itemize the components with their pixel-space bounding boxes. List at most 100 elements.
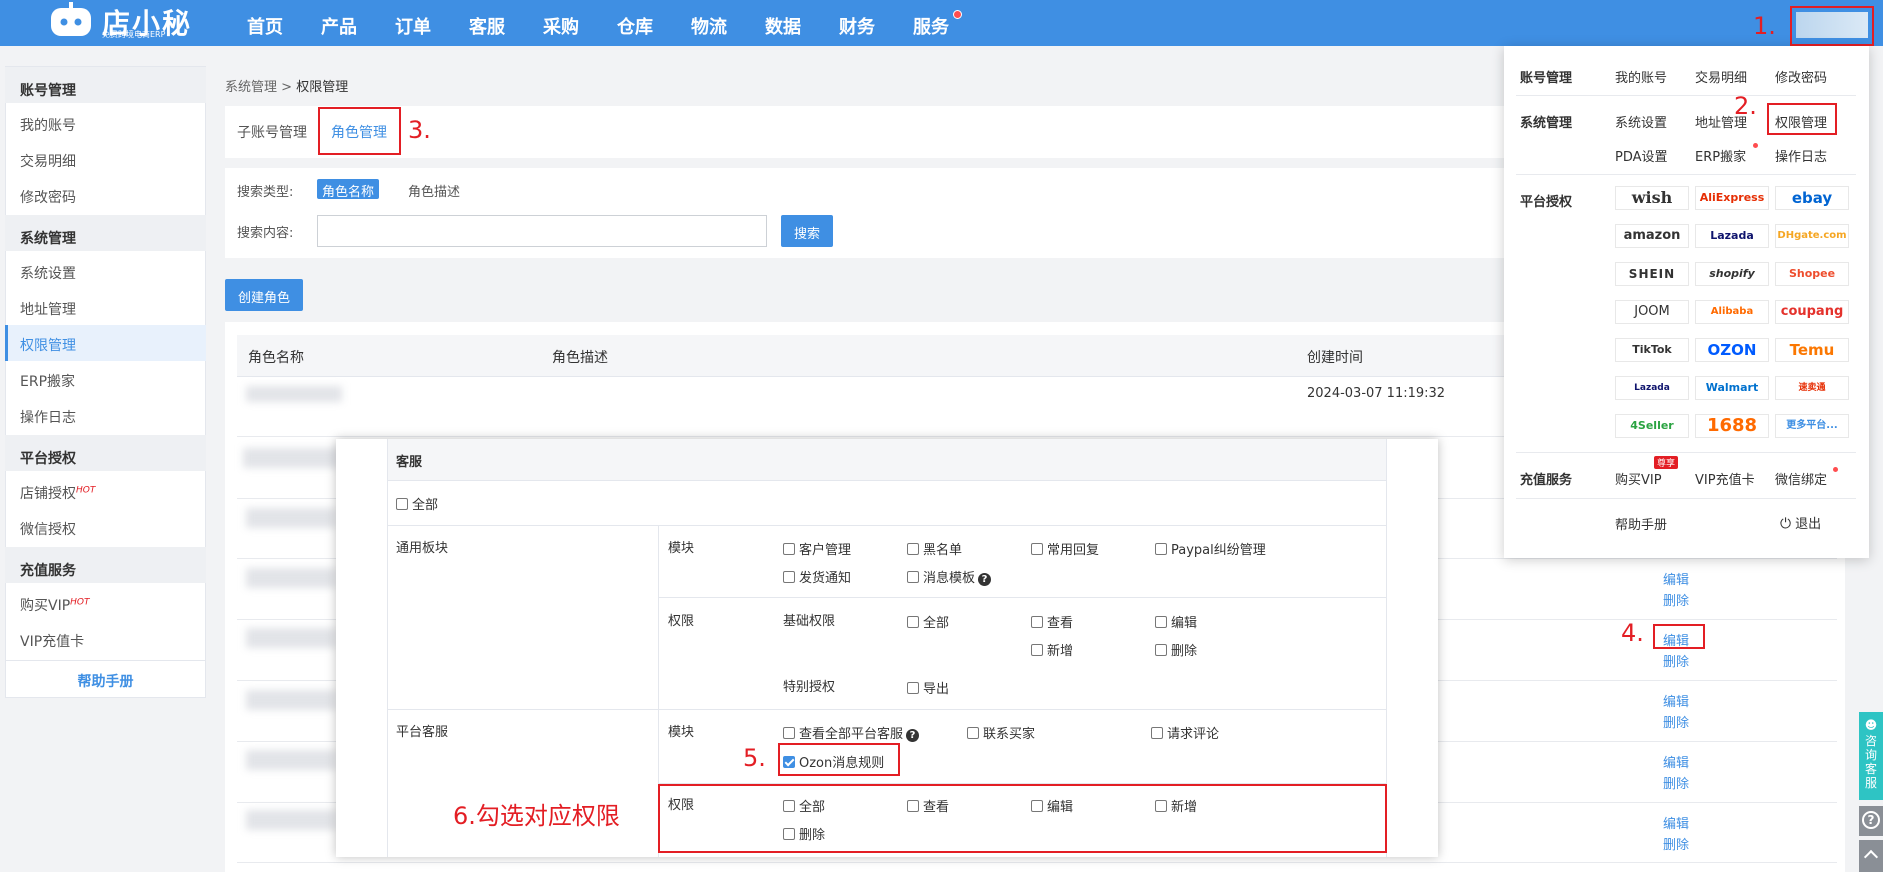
consult-service-button[interactable]: ☻ 咨询客服 [1859, 712, 1883, 800]
dropdown-system-settings[interactable]: 系统设置 [1615, 112, 1667, 131]
dropdown-operation-log[interactable]: 操作日志 [1775, 146, 1827, 165]
platform-4seller[interactable]: 4Seller [1615, 414, 1689, 438]
sidebar-item-my-account[interactable]: 我的账号 [5, 105, 206, 141]
checkbox[interactable] [396, 498, 408, 510]
sidebar-item-erp-move[interactable]: ERP搬家 [5, 361, 206, 397]
question-icon[interactable]: ? [978, 573, 992, 586]
sidebar-item-address[interactable]: 地址管理 [5, 289, 206, 325]
platform-shopify[interactable]: shopify [1695, 262, 1769, 286]
dropdown-logout[interactable]: ⏻ 退出 [1780, 513, 1821, 532]
platform-aliexpress-cn[interactable]: 速卖通 [1775, 376, 1849, 400]
platform-ebay[interactable]: ebay [1775, 186, 1849, 210]
back-to-top-button[interactable] [1859, 840, 1883, 872]
dropdown-change-password[interactable]: 修改密码 [1775, 67, 1827, 86]
nav-data[interactable]: 数据 [765, 13, 801, 39]
sidebar-item-system-settings[interactable]: 系统设置 [5, 253, 206, 289]
checkbox[interactable] [783, 571, 795, 583]
sidebar-item-transactions[interactable]: 交易明细 [5, 141, 206, 177]
nav-finance[interactable]: 财务 [839, 13, 875, 39]
checkbox-basic-delete[interactable]: 删除 [1155, 640, 1197, 659]
nav-warehouse[interactable]: 仓库 [617, 13, 653, 39]
checkbox[interactable] [783, 727, 795, 739]
dropdown-wechat-bind[interactable]: 微信绑定 [1775, 469, 1827, 488]
checkbox-basic-add[interactable]: 新增 [1031, 640, 1073, 659]
checkbox[interactable] [907, 543, 919, 555]
search-type-role-name[interactable]: 角色名称 [317, 179, 379, 200]
checkbox-quick-reply[interactable]: 常用回复 [1031, 539, 1099, 558]
checkbox[interactable] [907, 682, 919, 694]
platform-temu[interactable]: Temu [1775, 338, 1849, 362]
platform-shein[interactable]: SHEIN [1615, 262, 1689, 286]
question-icon[interactable]: ? [906, 729, 920, 742]
checkbox[interactable] [783, 543, 795, 555]
platform-tiktok[interactable]: TikTok [1615, 338, 1689, 362]
checkbox[interactable] [1151, 727, 1163, 739]
platform-alibaba[interactable]: Alibaba [1695, 300, 1769, 324]
dropdown-transactions[interactable]: 交易明细 [1695, 67, 1747, 86]
checkbox-basic-all[interactable]: 全部 [907, 612, 949, 631]
checkbox[interactable] [907, 571, 919, 583]
sidebar-item-permission[interactable]: 权限管理 [5, 325, 206, 361]
edit-link[interactable]: 编辑 [1663, 569, 1689, 588]
sidebar-item-buy-vip[interactable]: 购买VIPHOT [5, 585, 206, 621]
sidebar-item-operation-log[interactable]: 操作日志 [5, 397, 206, 433]
platform-amazon[interactable]: amazon [1615, 224, 1689, 248]
checkbox-basic-edit[interactable]: 编辑 [1155, 612, 1197, 631]
nav-purchase[interactable]: 采购 [543, 13, 579, 39]
nav-order[interactable]: 订单 [395, 13, 431, 39]
platform-more[interactable]: 更多平台... [1775, 414, 1849, 438]
sidebar-item-wechat-auth[interactable]: 微信授权 [5, 509, 206, 545]
platform-joom[interactable]: JOOM [1615, 300, 1689, 324]
nav-services[interactable]: 服务 [913, 13, 949, 39]
sidebar-item-vip-card[interactable]: VIP充值卡 [5, 621, 206, 657]
platform-lazada[interactable]: Lazada [1695, 224, 1769, 248]
breadcrumb-parent[interactable]: 系统管理 [225, 80, 277, 95]
checkbox[interactable] [1031, 644, 1043, 656]
dropdown-erp-move[interactable]: ERP搬家 [1695, 146, 1746, 165]
platform-coupang[interactable]: coupang [1775, 300, 1849, 324]
checkbox[interactable] [907, 616, 919, 628]
delete-link[interactable]: 删除 [1663, 834, 1689, 853]
dropdown-pda-settings[interactable]: PDA设置 [1615, 146, 1668, 165]
edit-link[interactable]: 编辑 [1663, 752, 1689, 771]
platform-aliexpress[interactable]: AliExpress [1695, 186, 1769, 210]
sidebar-item-change-password[interactable]: 修改密码 [5, 177, 206, 213]
search-button[interactable]: 搜索 [781, 215, 833, 247]
checkbox-export[interactable]: 导出 [907, 678, 949, 697]
checkbox[interactable] [967, 727, 979, 739]
robot-logo-icon[interactable] [48, 2, 94, 40]
edit-link[interactable]: 编辑 [1663, 691, 1689, 710]
platform-ozon[interactable]: OZON [1695, 338, 1769, 362]
sidebar-item-shop-auth[interactable]: 店铺授权HOT [5, 473, 206, 509]
checkbox-message-template[interactable]: 消息模板? [907, 567, 992, 586]
delete-link[interactable]: 删除 [1663, 651, 1689, 670]
platform-lazada-alt[interactable]: Lazada [1615, 376, 1689, 400]
dropdown-vip-card[interactable]: VIP充值卡 [1695, 469, 1755, 488]
nav-product[interactable]: 产品 [321, 13, 357, 39]
checkbox-all[interactable]: 全部 [396, 494, 438, 513]
dropdown-help-manual[interactable]: 帮助手册 [1615, 514, 1667, 533]
delete-link[interactable]: 删除 [1663, 590, 1689, 609]
checkbox[interactable] [1031, 543, 1043, 555]
checkbox[interactable] [1155, 543, 1167, 555]
nav-logistics[interactable]: 物流 [691, 13, 727, 39]
nav-service[interactable]: 客服 [469, 13, 505, 39]
help-icon-button[interactable]: ? [1859, 806, 1883, 836]
checkbox[interactable] [1155, 644, 1167, 656]
create-role-button[interactable]: 创建角色 [225, 279, 303, 311]
platform-shopee[interactable]: Shopee [1775, 262, 1849, 286]
checkbox-customer-mgmt[interactable]: 客户管理 [783, 539, 851, 558]
checkbox-view-all-platform[interactable]: 查看全部平台客服? [783, 723, 920, 742]
checkbox[interactable] [1031, 616, 1043, 628]
checkbox-shipping-notice[interactable]: 发货通知 [783, 567, 851, 586]
tab-sub-account[interactable]: 子账号管理 [237, 122, 307, 142]
nav-home[interactable]: 首页 [247, 13, 283, 39]
dropdown-my-account[interactable]: 我的账号 [1615, 67, 1667, 86]
checkbox-basic-view[interactable]: 查看 [1031, 612, 1073, 631]
checkbox-contact-buyer[interactable]: 联系买家 [967, 723, 1035, 742]
checkbox-paypal-dispute[interactable]: Paypal纠纷管理 [1155, 539, 1266, 558]
platform-dhgate[interactable]: DHgate.com [1775, 224, 1849, 248]
delete-link[interactable]: 删除 [1663, 712, 1689, 731]
checkbox-blacklist[interactable]: 黑名单 [907, 539, 962, 558]
platform-wish[interactable]: wish [1615, 186, 1689, 210]
